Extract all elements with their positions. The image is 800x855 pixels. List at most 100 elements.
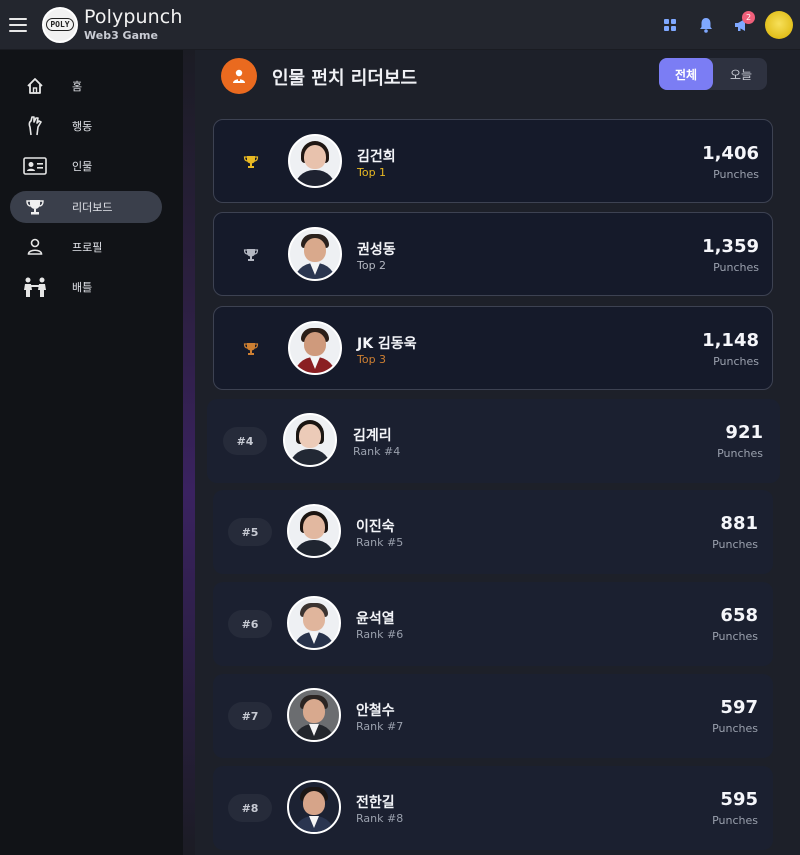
- app-subtitle: Web3 Game: [84, 29, 158, 42]
- leaderboard-row[interactable]: JK 김동욱 Top 3 1,148 Punches: [213, 306, 773, 390]
- punch-count: 595: [720, 789, 758, 810]
- sidebar-item-home[interactable]: 홈: [10, 70, 162, 102]
- punch-count: 881: [720, 513, 758, 534]
- leaderboard-row[interactable]: #6 윤석열 Rank #6 658 Punches: [213, 582, 773, 666]
- tab-all[interactable]: 전체: [659, 58, 713, 90]
- grid-icon: [664, 19, 676, 31]
- announcements-button[interactable]: 2: [724, 0, 760, 50]
- punch-unit: Punches: [712, 538, 758, 551]
- sidebar-item-battle[interactable]: 배틀: [10, 271, 162, 303]
- brand: Polypunch Web3 Game: [84, 6, 183, 42]
- person-photo: [288, 227, 342, 281]
- person-photo: [283, 413, 337, 467]
- leaderboard-row[interactable]: #8 전한길 Rank #8 595 Punches: [213, 766, 773, 850]
- sidebar-item-profile[interactable]: 프로필: [10, 231, 162, 263]
- person-photo: [288, 321, 342, 375]
- punch-count: 1,148: [702, 330, 759, 351]
- sidebar-edge-glow: [183, 50, 195, 855]
- sidebar-item-label: 인물: [72, 160, 93, 173]
- rank-badge: #6: [228, 610, 272, 638]
- menu-button[interactable]: [0, 0, 36, 50]
- top-bar: POLY Polypunch Web3 Game 2: [0, 0, 800, 50]
- id-card-icon: [20, 150, 50, 182]
- logo-text: POLY: [46, 18, 74, 31]
- sidebar-item-label: 리더보드: [72, 201, 113, 214]
- person-photo: [287, 780, 341, 834]
- hamburger-icon: [9, 17, 27, 32]
- punch-count: 658: [720, 605, 758, 626]
- person-photo: [287, 688, 341, 742]
- page-title: 인물 펀치 리더보드: [272, 68, 418, 89]
- person-icon: [20, 231, 50, 263]
- trophy-icon: [20, 191, 50, 223]
- leaderboard-header-icon: [221, 58, 257, 94]
- leaderboard-row[interactable]: #7 안철수 Rank #7 597 Punches: [213, 674, 773, 758]
- rank-badge: #7: [228, 702, 272, 730]
- person-photo: [287, 596, 341, 650]
- tab-today[interactable]: 오늘: [715, 58, 767, 90]
- app-name: Polypunch: [84, 6, 183, 28]
- top-actions: 2: [652, 0, 796, 50]
- grid-button[interactable]: [652, 0, 688, 50]
- person-name: 이진숙: [356, 519, 395, 535]
- punch-count: 921: [725, 422, 763, 443]
- leaderboard-row[interactable]: 권성동 Top 2 1,359 Punches: [213, 212, 773, 296]
- gold-trophy-icon: [243, 156, 259, 168]
- punch-unit: Punches: [712, 814, 758, 827]
- battle-icon: [20, 271, 50, 303]
- punch-unit: Punches: [712, 722, 758, 735]
- punch-count: 1,406: [702, 143, 759, 164]
- avatar: [765, 11, 793, 39]
- home-icon: [20, 70, 50, 102]
- sidebar-item-action[interactable]: 행동: [10, 110, 162, 142]
- sidebar-item-label: 배틀: [72, 281, 93, 294]
- rank-label: Rank #6: [356, 628, 404, 641]
- rank-badge: #8: [228, 794, 272, 822]
- punch-count: 597: [720, 697, 758, 718]
- person-badge-icon: [233, 69, 245, 83]
- bronze-trophy-icon: [243, 343, 259, 355]
- rank-badge: #5: [228, 518, 272, 546]
- rank-label: Top 1: [357, 166, 387, 179]
- rank-label: Rank #8: [356, 812, 404, 825]
- rank-label: Rank #4: [353, 445, 401, 458]
- punch-count: 1,359: [702, 236, 759, 257]
- app-logo[interactable]: POLY: [42, 6, 78, 43]
- punch-unit: Punches: [713, 261, 759, 274]
- person-name: 권성동: [357, 242, 396, 258]
- person-name: JK 김동욱: [357, 336, 417, 352]
- rank-label: Top 2: [357, 259, 387, 272]
- sidebar-item-leaderboard[interactable]: 리더보드: [10, 191, 162, 223]
- person-name: 김계리: [353, 428, 392, 444]
- person-name: 윤석열: [356, 611, 395, 627]
- person-photo: [288, 134, 342, 188]
- rank-label: Top 3: [357, 353, 387, 366]
- bell-icon: [700, 18, 712, 33]
- profile-button[interactable]: [760, 0, 796, 50]
- rank-badge: #4: [223, 427, 267, 455]
- leaderboard-row[interactable]: #4 김계리 Rank #4 921 Punches: [207, 399, 780, 483]
- sidebar: 홈 행동 인물 리더보드 프로필 배틀: [0, 50, 183, 855]
- sidebar-item-people[interactable]: 인물: [10, 150, 162, 182]
- rank-label: Rank #7: [356, 720, 404, 733]
- person-name: 김건희: [357, 149, 396, 165]
- rank-label: Rank #5: [356, 536, 404, 549]
- punch-unit: Punches: [712, 630, 758, 643]
- period-toggle: 전체 오늘: [659, 58, 767, 90]
- silver-trophy-icon: [243, 249, 259, 261]
- leaderboard-row[interactable]: 김건희 Top 1 1,406 Punches: [213, 119, 773, 203]
- main-content: 인물 펀치 리더보드 전체 오늘 김건희 Top 1 1,406 Punches…: [195, 50, 800, 855]
- punch-unit: Punches: [717, 447, 763, 460]
- hand-icon: [20, 110, 50, 142]
- sidebar-item-label: 프로필: [72, 241, 103, 254]
- notification-badge: 2: [742, 11, 755, 24]
- sidebar-item-label: 행동: [72, 120, 93, 133]
- person-name: 안철수: [356, 703, 395, 719]
- sidebar-item-label: 홈: [72, 80, 83, 93]
- notifications-button[interactable]: [688, 0, 724, 50]
- person-photo: [287, 504, 341, 558]
- leaderboard-row[interactable]: #5 이진숙 Rank #5 881 Punches: [213, 490, 773, 574]
- punch-unit: Punches: [713, 168, 759, 181]
- person-name: 전한길: [356, 795, 395, 811]
- punch-unit: Punches: [713, 355, 759, 368]
